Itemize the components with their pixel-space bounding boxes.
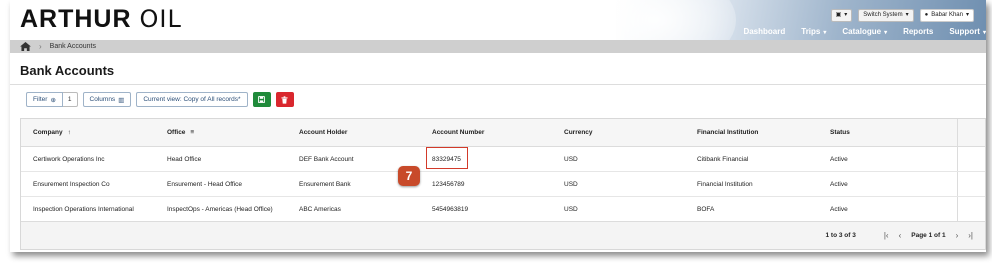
column-header-account-holder[interactable]: Account Holder [299,119,347,146]
column-header-financial-institution[interactable]: Financial Institution [697,119,758,146]
nav-trips[interactable]: Trips ▾ [801,27,826,36]
table-row[interactable]: Certiwork Operations Inc Head Office DEF… [21,147,985,172]
cell-account-number-link[interactable]: 123456789 [432,172,465,196]
current-view-button[interactable]: Current view: Copy of All records* [136,92,248,107]
logo-suffix: OIL [139,5,182,33]
nav-reports[interactable]: Reports [903,27,933,36]
previous-page-icon[interactable]: ‹ [899,231,902,240]
user-icon: ● [924,12,929,18]
nav-support[interactable]: Support ▾ [949,27,986,36]
chevron-down-icon: ▾ [905,12,909,18]
menu-icon[interactable]: ≡ [190,129,194,136]
data-grid: Company ↑ Office ≡ Account Holder Accoun… [20,118,986,250]
next-page-icon[interactable]: › [956,231,959,240]
logo-main: ARTHUR [20,5,132,33]
cell-office-link[interactable]: Ensurement - Head Office [167,172,242,196]
grid-toolbar: Filter ⊕ 1 Columns ▥ Current view: Copy … [26,92,294,107]
cell-account-holder: DEF Bank Account [299,155,354,163]
app-header: ARTHUR OIL ▣ ▾ Switch System ▾ ● Babar Kh… [10,0,986,40]
cell-financial-institution: Financial Institution [697,180,753,188]
column-header-account-number[interactable]: Account Number [432,119,484,146]
chevron-down-icon: ▾ [982,30,986,36]
column-header-label: Office [167,129,186,136]
trash-icon [281,95,288,104]
save-view-button[interactable] [252,92,271,107]
filter-label: Filter [33,96,48,103]
nav-dashboard[interactable]: Dashboard [743,27,785,36]
chevron-down-icon: ▾ [884,30,888,36]
nav-support-label: Support [949,27,980,36]
pagination-range: 1 to 3 of 3 [825,232,856,239]
sort-ascending-icon[interactable]: ↑ [68,129,71,136]
cell-status: Active [830,205,848,213]
row-spacer [957,197,985,221]
breadcrumb-separator-icon: › [39,42,42,51]
main-nav: Dashboard Trips ▾ Catalogue ▾ Reports Supp… [743,27,986,36]
switch-system-label: Switch System [863,12,903,18]
user-name: Babar Khan [931,12,963,18]
cell-office-link[interactable]: Head Office [167,147,201,171]
cell-status: Active [830,155,848,163]
user-menu[interactable]: ● Babar Khan ▾ [919,9,974,22]
column-header-status[interactable]: Status [830,119,850,146]
filter-group: Filter ⊕ 1 [26,92,78,107]
top-controls: ▣ ▾ Switch System ▾ ● Babar Khan ▾ [830,9,974,22]
nav-catalogue[interactable]: Catalogue ▾ [842,27,887,36]
monitor-icon: ▣ [835,12,842,18]
nav-catalogue-label: Catalogue [842,27,882,36]
column-header-label: Company [33,129,63,136]
cell-office-link[interactable]: InspectOps - Americas (Head Office) [167,197,273,221]
callout-badge: 7 [398,166,420,186]
delete-view-button[interactable] [275,92,294,107]
grid-header: Company ↑ Office ≡ Account Holder Accoun… [21,119,985,147]
row-spacer [957,147,985,171]
cell-currency: USD [564,180,578,188]
columns-icon: ▥ [118,96,125,104]
last-page-icon[interactable]: ›| [968,231,973,240]
columns-button[interactable]: Columns ▥ [82,92,132,107]
switch-system-select[interactable]: Switch System ▾ [858,9,914,22]
page-title: Bank Accounts [20,63,115,78]
chevron-down-icon: ▾ [823,30,827,36]
callout-highlight-box [426,147,468,169]
filter-button[interactable]: Filter ⊕ [26,92,63,107]
page-indicator: Page 1 of 1 [911,232,946,239]
cell-financial-institution: Citibank Financial [697,155,749,163]
chevron-down-icon: ▾ [965,12,969,18]
filter-count[interactable]: 1 [62,92,78,107]
cell-company: Ensurement Inspection Co [33,180,110,188]
row-spacer [957,172,985,196]
breadcrumb: › Bank Accounts [10,40,986,53]
cell-company: Certiwork Operations Inc [33,155,105,163]
cell-account-holder: ABC Americas [299,205,341,213]
cell-currency: USD [564,155,578,163]
cell-account-number-link[interactable]: 5454963819 [432,197,468,221]
cell-company: Inspection Operations International [33,205,134,213]
grid-header-spacer [957,119,985,146]
column-header-company[interactable]: Company ↑ [33,119,71,146]
nav-trips-label: Trips [801,27,821,36]
cell-status: Active [830,180,848,188]
pagination: 1 to 3 of 3 |‹ ‹ Page 1 of 1 › ›| [825,222,973,249]
chevron-down-icon: ▾ [844,12,848,18]
breadcrumb-current: Bank Accounts [49,43,96,50]
cell-account-holder: Ensurement Bank [299,180,351,188]
cell-currency: USD [564,205,578,213]
table-row[interactable]: Inspection Operations International Insp… [21,197,985,221]
table-row[interactable]: Ensurement Inspection Co Ensurement - He… [21,172,985,197]
app-logo[interactable]: ARTHUR OIL [20,5,182,34]
display-menu-button[interactable]: ▣ ▾ [830,9,853,22]
app-window: ARTHUR OIL ▣ ▾ Switch System ▾ ● Babar Kh… [10,0,986,252]
save-icon [258,96,266,103]
columns-label: Columns [89,96,116,103]
add-circle-icon: ⊕ [50,96,56,104]
grid-footer: 1 to 3 of 3 |‹ ‹ Page 1 of 1 › ›| [21,221,985,249]
column-header-currency[interactable]: Currency [564,119,593,146]
first-page-icon[interactable]: |‹ [884,231,889,240]
cell-financial-institution: BOFA [697,205,715,213]
column-header-office[interactable]: Office ≡ [167,119,194,146]
home-icon[interactable] [20,42,31,51]
divider [10,84,986,85]
